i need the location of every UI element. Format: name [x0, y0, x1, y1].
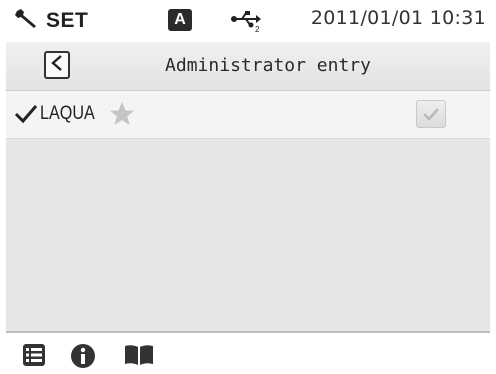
bottom-toolbar: [6, 331, 490, 374]
datetime-display: 2011/01/01 10:31: [310, 7, 486, 29]
device-screen: SET A 2 2011/01/01 10:31 Administrator e…: [6, 0, 490, 374]
usb-icon: 2: [230, 9, 264, 34]
list-item-label: LAQUA: [40, 103, 95, 124]
auto-mode-badge: A: [168, 9, 192, 31]
page-title: Administrator entry: [165, 55, 371, 76]
title-bar: Administrator entry: [6, 42, 490, 91]
item-checkbox[interactable]: [416, 100, 446, 128]
checkmark-icon: [14, 104, 38, 124]
svg-text:2: 2: [255, 25, 260, 33]
status-bar: SET A 2 2011/01/01 10:31: [6, 0, 490, 40]
mode-label: SET: [46, 9, 89, 32]
wrench-icon: [14, 8, 40, 34]
list-icon[interactable]: [22, 343, 46, 367]
list-item[interactable]: LAQUA: [6, 91, 490, 139]
checkbox-check-icon: [423, 108, 439, 121]
list-area: LAQUA: [6, 91, 490, 331]
book-icon[interactable]: [124, 343, 154, 367]
mode-indicator: SET: [14, 8, 88, 34]
star-icon[interactable]: [109, 101, 135, 127]
info-icon[interactable]: [70, 343, 96, 369]
